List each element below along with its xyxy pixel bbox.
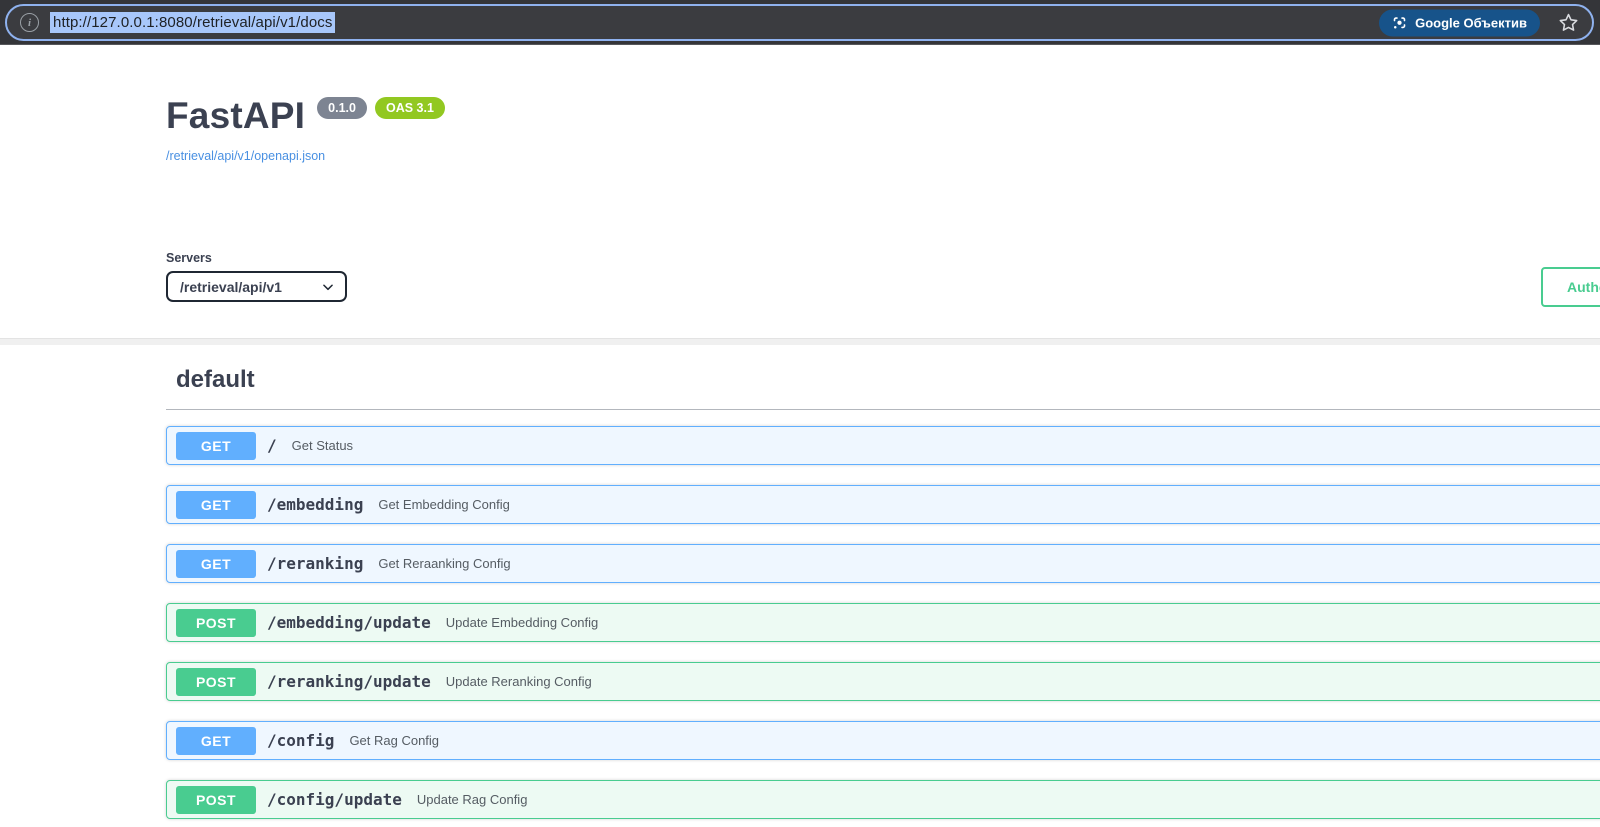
operations-list: GET / Get Status GET /embedding Get Embe… <box>166 426 1600 819</box>
operation-path: / <box>267 436 277 455</box>
swagger-ui-page: FastAPI 0.1.0 OAS 3.1 /retrieval/api/v1/… <box>0 46 1600 827</box>
site-info-icon[interactable]: i <box>20 13 39 32</box>
operation-summary: Get Reraanking Config <box>378 556 510 571</box>
operation-row[interactable]: POST /reranking/update Update Reranking … <box>166 662 1600 701</box>
openapi-spec-link[interactable]: /retrieval/api/v1/openapi.json <box>166 149 325 163</box>
google-lens-label: Google Объектив <box>1415 15 1527 30</box>
operation-path: /embedding/update <box>267 613 431 632</box>
operation-row[interactable]: GET / Get Status <box>166 426 1600 465</box>
servers-select[interactable]: /retrieval/api/v1 <box>166 271 347 302</box>
browser-toolbar: i http://127.0.0.1:8080/retrieval/api/v1… <box>0 0 1600 45</box>
operation-summary: Get Embedding Config <box>378 497 510 512</box>
operation-path: /config <box>267 731 334 750</box>
method-badge: GET <box>176 550 256 578</box>
method-badge: POST <box>176 609 256 637</box>
address-url-selected-text[interactable]: http://127.0.0.1:8080/retrieval/api/v1/d… <box>50 12 335 33</box>
method-badge: GET <box>176 491 256 519</box>
operation-row[interactable]: POST /config/update Update Rag Config <box>166 780 1600 819</box>
section-divider <box>166 409 1600 410</box>
operations-section: default GET / Get Status GET /embedding … <box>166 365 1600 827</box>
api-title-text: FastAPI <box>166 94 305 138</box>
section-title[interactable]: default <box>166 365 1600 395</box>
operation-summary: Get Rag Config <box>349 733 439 748</box>
servers-selected-value: /retrieval/api/v1 <box>180 279 282 295</box>
operation-path: /config/update <box>267 790 402 809</box>
google-lens-icon <box>1392 15 1407 30</box>
page-title: FastAPI 0.1.0 OAS 3.1 <box>166 94 445 138</box>
address-bar[interactable]: i http://127.0.0.1:8080/retrieval/api/v1… <box>5 4 1594 41</box>
method-badge: POST <box>176 786 256 814</box>
method-badge: GET <box>176 432 256 460</box>
google-lens-button[interactable]: Google Объектив <box>1379 9 1540 36</box>
method-badge: GET <box>176 727 256 755</box>
operation-row[interactable]: POST /embedding/update Update Embedding … <box>166 603 1600 642</box>
api-info: FastAPI 0.1.0 OAS 3.1 /retrieval/api/v1/… <box>166 94 445 165</box>
version-badge: 0.1.0 <box>317 97 367 119</box>
operation-summary: Get Status <box>292 438 353 453</box>
authorize-button[interactable]: Authorize <box>1541 267 1600 307</box>
servers-block: Servers /retrieval/api/v1 <box>166 251 347 302</box>
scheme-container-divider <box>0 338 1600 345</box>
method-badge: POST <box>176 668 256 696</box>
operation-summary: Update Embedding Config <box>446 615 599 630</box>
operation-path: /reranking/update <box>267 672 431 691</box>
operation-row[interactable]: GET /reranking Get Reraanking Config <box>166 544 1600 583</box>
operation-path: /reranking <box>267 554 363 573</box>
servers-label: Servers <box>166 251 347 265</box>
operation-summary: Update Reranking Config <box>446 674 592 689</box>
oas-badge: OAS 3.1 <box>375 97 445 119</box>
operation-row[interactable]: GET /embedding Get Embedding Config <box>166 485 1600 524</box>
operation-summary: Update Rag Config <box>417 792 528 807</box>
bookmark-star-icon[interactable] <box>1557 12 1579 34</box>
operation-row[interactable]: GET /config Get Rag Config <box>166 721 1600 760</box>
chevron-down-icon <box>321 280 335 294</box>
operation-path: /embedding <box>267 495 363 514</box>
